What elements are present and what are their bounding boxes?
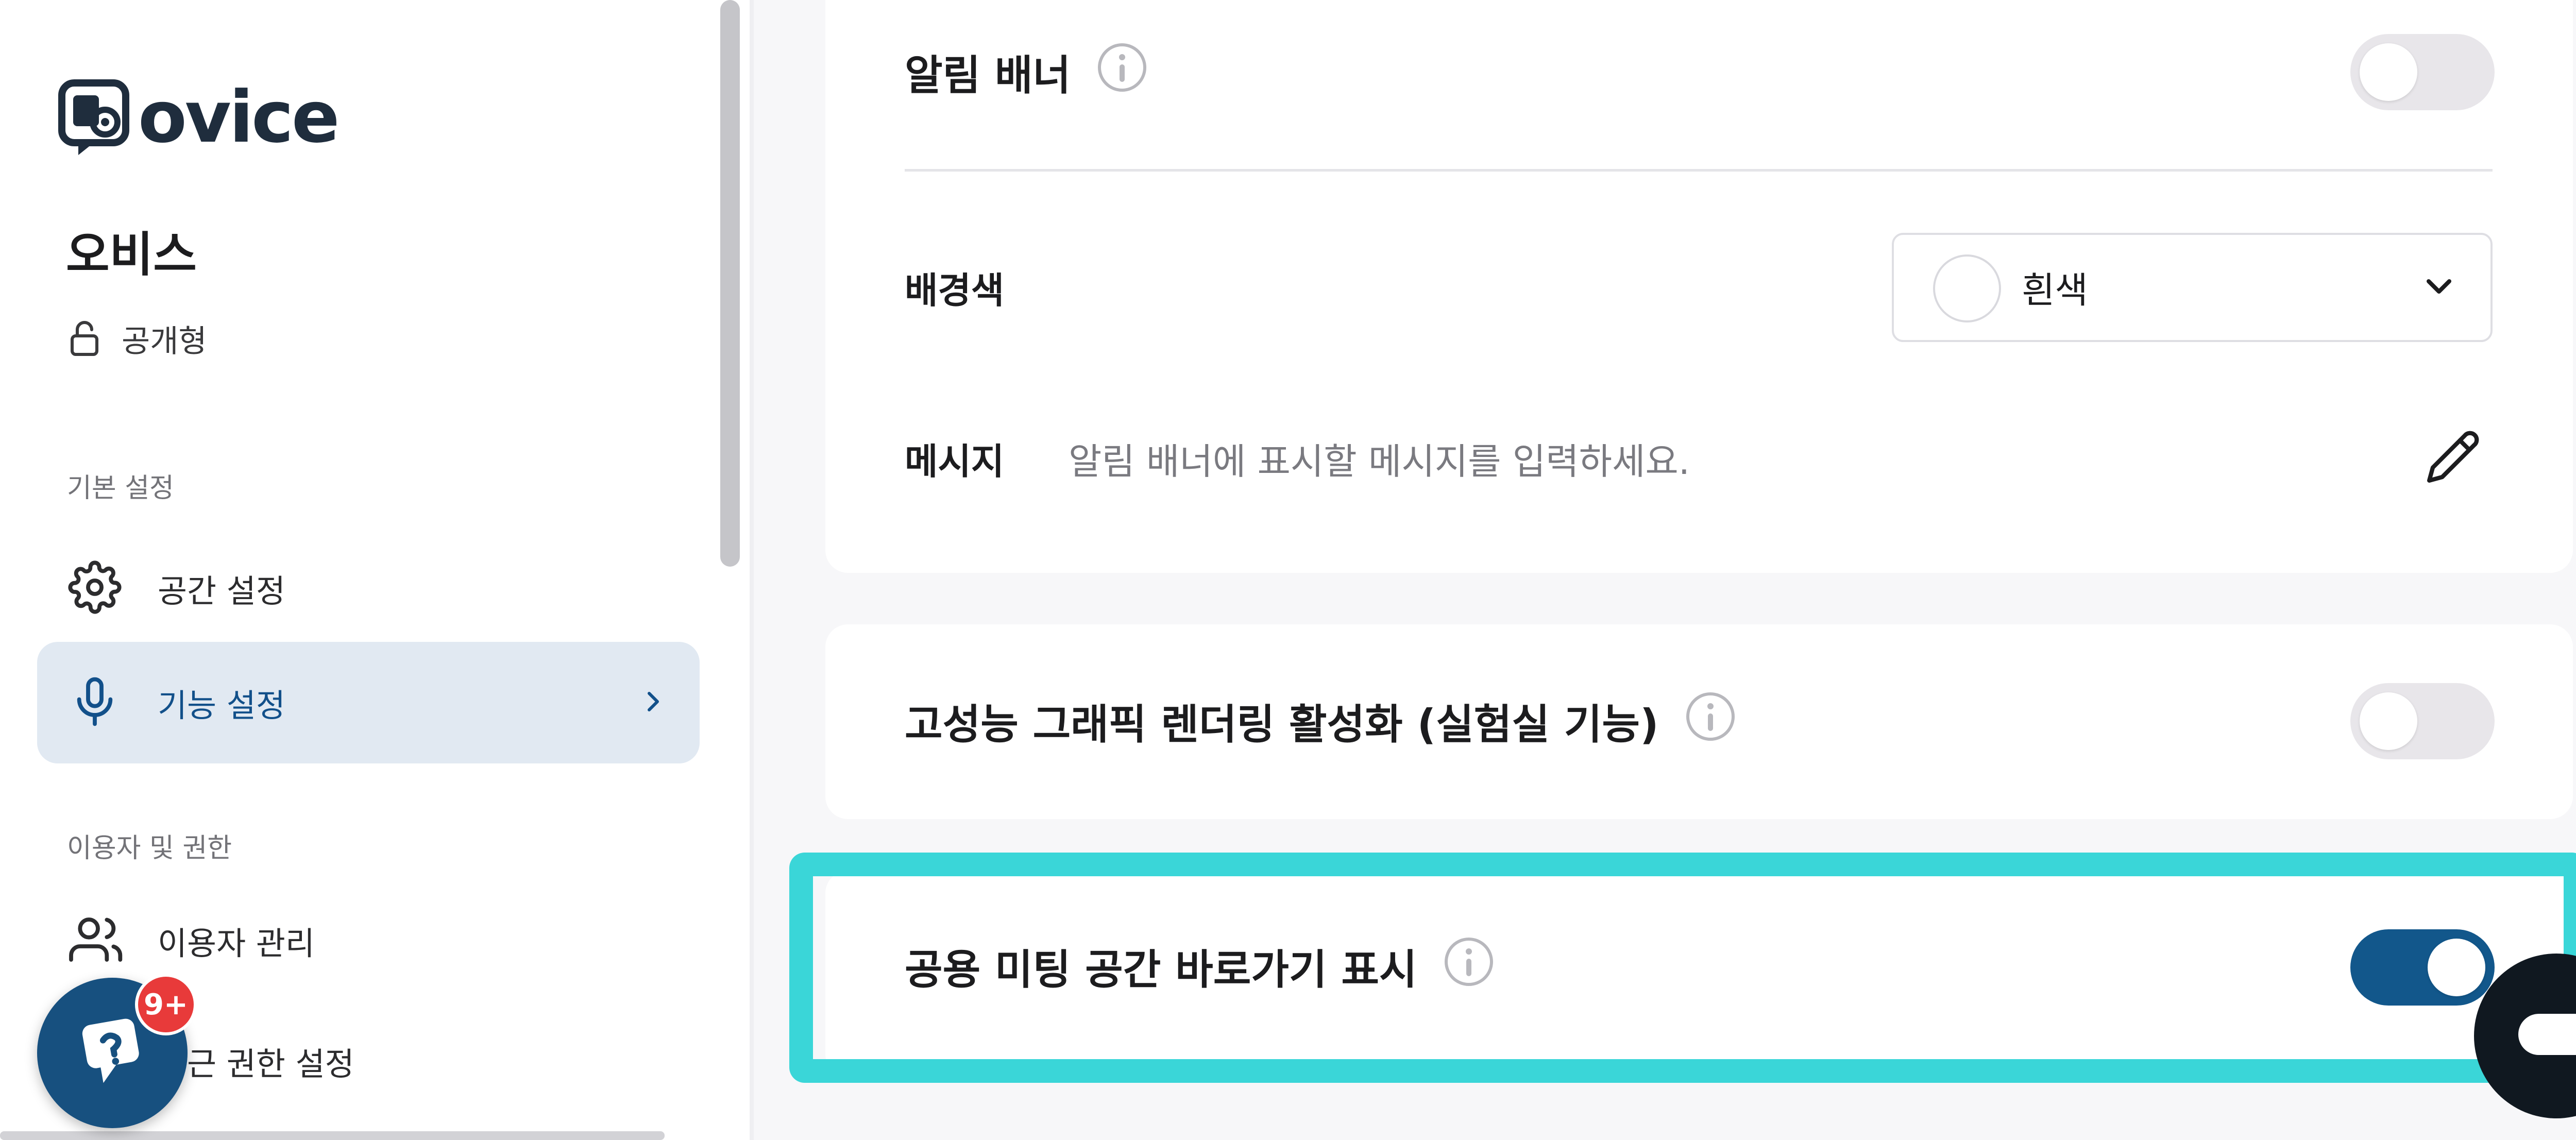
sidebar-item-label: 기능 설정 (158, 687, 285, 724)
meeting-shortcut-toggle[interactable] (2350, 929, 2495, 1006)
sidebar: ovice 오비스 공개형 기본 설정 공간 설정 기능 설정 이용자 및 권한… (0, 0, 711, 1140)
space-type: 공개형 (70, 315, 207, 362)
rendering-toggle[interactable] (2350, 683, 2495, 759)
sidebar-scrollbar-thumb[interactable] (720, 0, 740, 567)
rendering-title: 고성능 그래픽 렌더링 활성화 (실험실 기능) (905, 692, 1736, 748)
chat-icon (2518, 1014, 2576, 1055)
ovice-logo-text: ovice (138, 76, 340, 159)
background-color-select[interactable]: 흰색 (1892, 233, 2493, 342)
unlock-icon (71, 321, 98, 356)
section-label-basic: 기본 설정 (67, 473, 174, 504)
horizontal-scrollbar[interactable] (0, 1131, 665, 1140)
message-placeholder[interactable]: 알림 배너에 표시할 메시지를 입력하세요. (1069, 433, 1690, 485)
ovice-logo[interactable]: ovice (58, 76, 340, 159)
sidebar-item-feature-settings[interactable]: 기능 설정 (37, 642, 700, 763)
space-name: 오비스 (66, 227, 197, 282)
sidebar-item-label: 이용자 관리 (158, 925, 315, 962)
sidebar-item-label: 공간 설정 (158, 572, 285, 610)
section-label-users: 이용자 및 권한 (67, 833, 232, 864)
color-swatch (1933, 254, 2001, 322)
microphone-icon (68, 675, 122, 730)
toggle-knob (2428, 939, 2485, 996)
divider (905, 169, 2493, 172)
toggle-knob (2360, 692, 2417, 750)
background-color-value: 흰색 (2022, 269, 2088, 312)
info-icon[interactable] (1096, 42, 1148, 103)
edit-message-button[interactable] (2425, 429, 2481, 487)
notification-banner-toggle[interactable] (2350, 34, 2495, 110)
rendering-title-text: 고성능 그래픽 렌더링 활성화 (실험실 기능) (905, 701, 1659, 748)
gear-icon (68, 560, 122, 616)
background-color-label: 배경색 (905, 269, 1005, 312)
notification-badge: 9+ (135, 974, 197, 1035)
sidebar-separator (750, 0, 754, 1140)
toggle-knob (2360, 43, 2417, 101)
notification-banner-title-text: 알림 배너 (905, 52, 1071, 99)
space-type-label: 공개형 (122, 323, 207, 360)
users-icon (68, 913, 128, 968)
pencil-icon (2427, 431, 2479, 483)
sidebar-item-space-settings[interactable]: 공간 설정 (37, 528, 700, 649)
chevron-down-icon (2424, 276, 2454, 299)
message-label: 메시지 (905, 440, 1005, 483)
info-icon[interactable] (1685, 691, 1736, 752)
highlight-frame (789, 853, 2576, 1083)
chevron-right-icon (643, 687, 664, 718)
ovice-logo-icon (58, 79, 129, 155)
notification-banner-title: 알림 배너 (905, 43, 1148, 99)
